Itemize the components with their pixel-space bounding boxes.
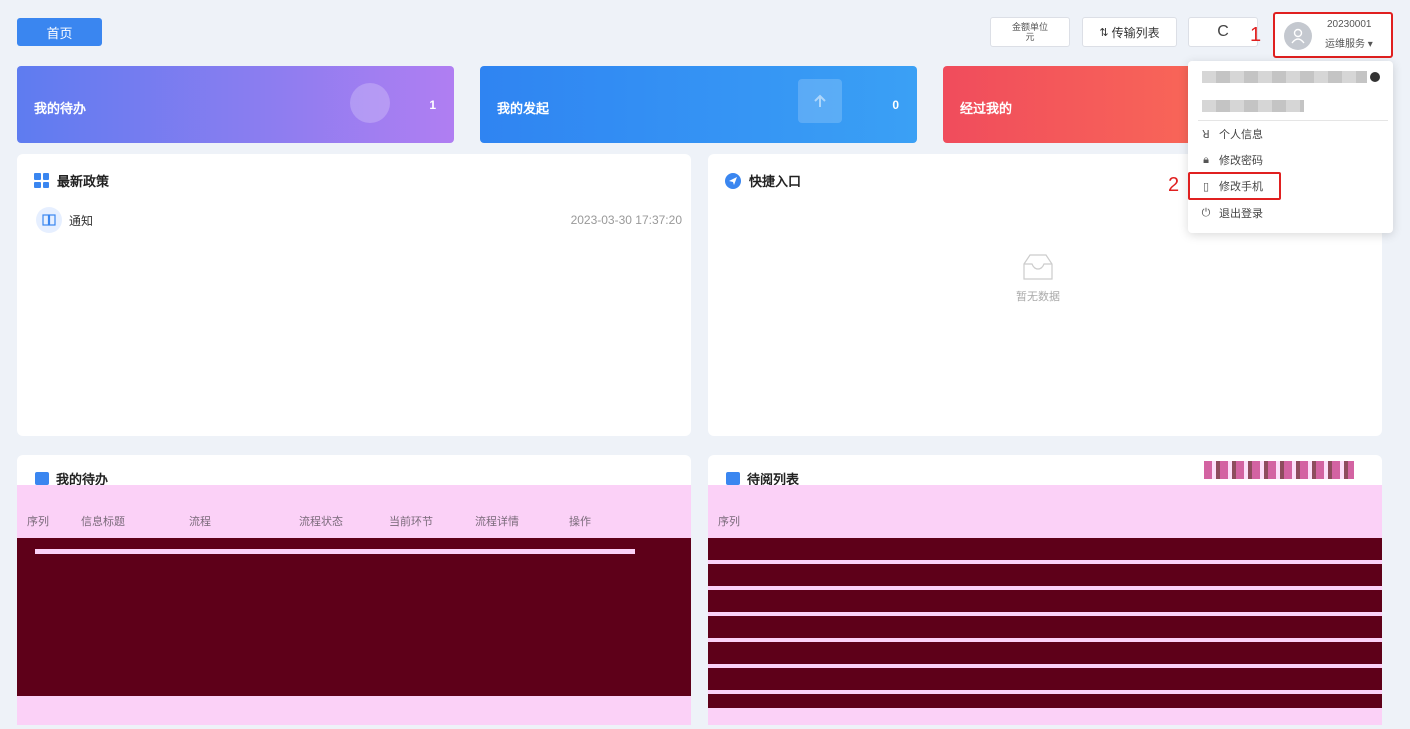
table: 序列	[708, 485, 1382, 725]
table-row[interactable]	[35, 549, 635, 554]
user-dropdown-menu: ꓤ 个人信息 🔒︎ 修改密码 ▯ 修改手机 ⏻ 退出登录	[1188, 61, 1393, 233]
transfer-icon: ⇅	[1099, 26, 1109, 39]
upload-icon	[798, 79, 842, 123]
user-icon: ꓤ	[1202, 128, 1210, 141]
table-body	[17, 538, 691, 696]
divider	[1198, 120, 1388, 121]
callout-number-2: 2	[1168, 174, 1180, 196]
pending-read-panel: 待阅列表 序列	[708, 455, 1382, 725]
menu-item-profile[interactable]: ꓤ 个人信息	[1200, 123, 1263, 145]
refresh-button[interactable]: C	[1188, 17, 1258, 47]
amount-unit-button[interactable]: 金额单位 元	[990, 17, 1070, 47]
menu-item-label: 修改密码	[1219, 155, 1263, 167]
avatar-person-icon	[1291, 28, 1305, 44]
panel-header: 快捷入口	[725, 171, 801, 190]
highlight-box	[1188, 172, 1281, 200]
stat-label: 我的待办	[34, 101, 87, 116]
policy-title: 通知	[69, 213, 94, 228]
stat-label: 经过我的	[960, 101, 1013, 116]
folder-icon	[726, 472, 740, 485]
stat-card-my-todo[interactable]: 我的待办 1	[17, 66, 454, 143]
amount-unit-value: 元	[1025, 32, 1035, 42]
table-body	[708, 538, 1382, 708]
empty-text: 暂无数据	[1016, 291, 1060, 303]
column-header: 当前环节	[389, 516, 433, 528]
home-tab[interactable]: 首页	[17, 18, 102, 46]
table-header: 序列 信息标题 流程 流程状态 当前环节 流程详情 操作	[17, 507, 691, 535]
column-header: 序列	[718, 516, 740, 528]
menu-item-label: 个人信息	[1219, 129, 1263, 141]
user-id: 20230001	[1327, 19, 1372, 30]
stat-count: 0	[892, 98, 899, 112]
user-role: 运维服务 ▾	[1325, 39, 1373, 50]
list-icon	[35, 472, 49, 485]
stat-count: 1	[429, 98, 436, 112]
blurred-user-name	[1202, 71, 1367, 83]
list-item[interactable]: 通知 2023-03-30 17:37:20	[36, 206, 682, 234]
callout-number-1: 1	[1250, 24, 1262, 46]
book-icon	[36, 207, 62, 233]
column-header: 操作	[569, 516, 591, 528]
blurred-user-info	[1202, 100, 1304, 112]
menu-item-label: 退出登录	[1219, 208, 1263, 220]
menu-item-change-password[interactable]: 🔒︎ 修改密码	[1200, 149, 1263, 171]
user-menu-trigger[interactable]: 20230001 运维服务 ▾	[1273, 12, 1393, 58]
table: 序列 信息标题 流程 流程状态 当前环节 流程详情 操作	[17, 485, 691, 725]
latest-policy-panel: 最新政策 通知 2023-03-30 17:37:20	[17, 154, 691, 436]
panel-title: 最新政策	[57, 174, 110, 189]
transfer-list-label: 传输列表	[1111, 25, 1160, 40]
table-header: 序列	[708, 507, 1382, 535]
empty-state: 暂无数据	[1008, 252, 1068, 304]
stat-card-my-initiated[interactable]: 我的发起 0	[480, 66, 917, 143]
column-header: 信息标题	[81, 516, 125, 528]
send-icon	[725, 172, 741, 189]
column-header: 流程	[189, 516, 211, 528]
refresh-icon: C	[1217, 23, 1229, 40]
panel-title: 快捷入口	[749, 174, 802, 189]
stat-label: 我的发起	[497, 101, 550, 116]
policy-time: 2023-03-30 17:37:20	[570, 213, 682, 227]
menu-item-logout[interactable]: ⏻ 退出登录	[1200, 202, 1263, 224]
verified-icon	[1370, 72, 1380, 82]
column-header: 流程状态	[299, 516, 343, 528]
top-bar: 首页 金额单位 元 ⇅ 传输列表 C 1 20230001 运维服务 ▾	[0, 0, 1410, 60]
grid-icon	[34, 173, 49, 188]
panel-header: 最新政策	[34, 171, 109, 190]
transfer-list-button[interactable]: ⇅ 传输列表	[1082, 17, 1177, 47]
amount-unit-label: 金额单位	[1011, 22, 1048, 32]
lock-icon: 🔒︎	[1203, 153, 1209, 166]
column-header: 流程详情	[475, 516, 519, 528]
my-todo-panel: 我的待办 序列 信息标题 流程 流程状态 当前环节 流程详情 操作	[17, 455, 691, 725]
empty-inbox-icon	[1023, 254, 1053, 280]
avatar	[1284, 22, 1312, 50]
batch-action-button[interactable]	[1204, 461, 1354, 479]
power-icon: ⏻	[1201, 206, 1211, 219]
clock-icon	[350, 83, 390, 123]
column-header: 序列	[27, 516, 49, 528]
